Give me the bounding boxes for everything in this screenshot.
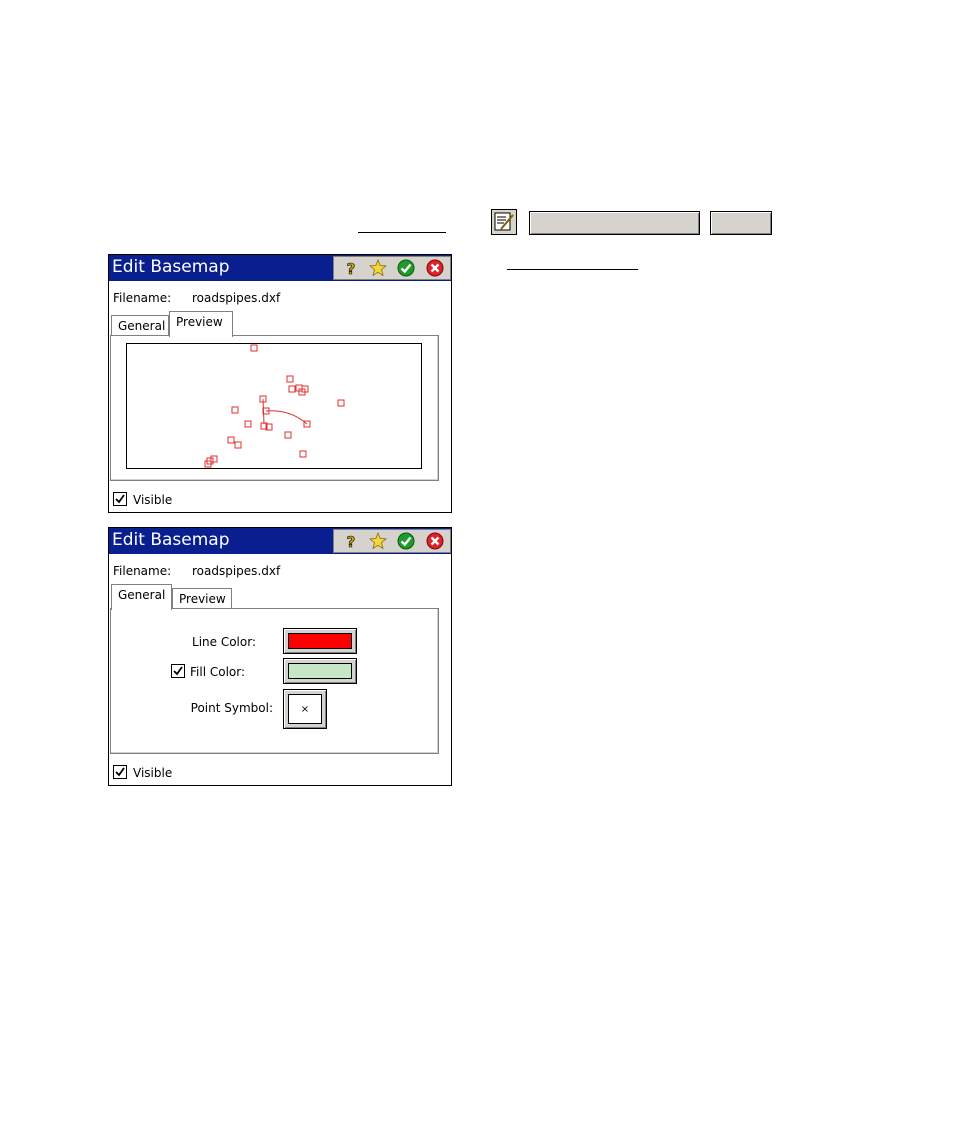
help-icon[interactable]: ?	[342, 532, 360, 550]
map-point	[337, 399, 345, 407]
fill-color-checkbox[interactable]	[171, 664, 185, 678]
help-icon[interactable]: ?	[342, 259, 360, 277]
checkmark-icon	[173, 666, 183, 676]
map-point	[299, 450, 307, 458]
title-bar-icons: ?	[333, 256, 451, 280]
fill-color-label: Fill Color:	[190, 665, 246, 679]
toolbar-blank-button-narrow[interactable]	[710, 211, 772, 235]
document-link-underline[interactable]	[358, 232, 446, 233]
line-color-label: Line Color:	[192, 635, 256, 649]
fill-color-button[interactable]	[283, 658, 357, 684]
visible-label: Visible	[133, 766, 173, 780]
point-symbol-button[interactable]: ×	[283, 689, 327, 729]
filename-value: roadspipes.dxf	[192, 291, 281, 305]
map-point	[286, 375, 294, 383]
map-point	[244, 420, 252, 428]
visible-label: Visible	[133, 493, 173, 507]
favorite-star-icon[interactable]	[369, 532, 387, 550]
ok-check-icon[interactable]	[397, 259, 415, 277]
map-point	[288, 385, 296, 393]
checkmark-icon	[115, 767, 125, 777]
point-symbol-preview: ×	[288, 694, 322, 724]
tab-general[interactable]: General	[111, 315, 169, 336]
general-panel: Line Color: Fill Color: Point Symbol: ×	[110, 608, 439, 754]
map-point	[284, 431, 292, 439]
svg-text:?: ?	[347, 260, 356, 277]
window-title: Edit Basemap	[112, 257, 230, 277]
visible-checkbox[interactable]	[113, 492, 127, 506]
fill-color-swatch	[288, 663, 352, 679]
map-point	[234, 441, 242, 449]
basemap-features	[204, 344, 345, 468]
line-color-swatch	[288, 633, 352, 649]
preview-panel	[110, 335, 439, 481]
checkmark-icon	[115, 494, 125, 504]
map-point	[231, 406, 239, 414]
favorite-star-icon[interactable]	[369, 259, 387, 277]
filename-label: Filename:	[113, 564, 172, 578]
filename-label: Filename:	[113, 291, 172, 305]
edit-basemap-window-preview: Edit Basemap ? Filename: roadspipes.dxf …	[108, 254, 452, 513]
title-bar: Edit Basemap ?	[109, 255, 451, 281]
basemap-preview-map[interactable]	[126, 343, 422, 469]
map-point	[210, 455, 218, 463]
filename-value: roadspipes.dxf	[192, 564, 281, 578]
line-color-button[interactable]	[283, 628, 357, 654]
edit-basemap-tool-icon[interactable]	[491, 209, 517, 235]
svg-text:?: ?	[347, 533, 356, 550]
toolbar-blank-button-wide[interactable]	[529, 211, 700, 235]
map-point	[227, 436, 235, 444]
title-bar-icons: ?	[333, 529, 451, 553]
map-point	[250, 344, 258, 352]
edit-basemap-window-general: Edit Basemap ? Filename: roadspipes.dxf …	[108, 527, 452, 786]
title-bar: Edit Basemap ?	[109, 528, 451, 554]
ok-check-icon[interactable]	[397, 532, 415, 550]
close-x-icon[interactable]	[426, 532, 444, 550]
window-title: Edit Basemap	[112, 530, 230, 550]
tab-preview[interactable]: Preview	[172, 588, 232, 609]
tab-preview[interactable]: Preview	[169, 311, 233, 337]
reference-link-underline[interactable]	[507, 269, 638, 270]
point-symbol-label: Point Symbol:	[190, 701, 273, 715]
tab-general[interactable]: General	[111, 584, 172, 610]
visible-checkbox[interactable]	[113, 765, 127, 779]
close-x-icon[interactable]	[426, 259, 444, 277]
